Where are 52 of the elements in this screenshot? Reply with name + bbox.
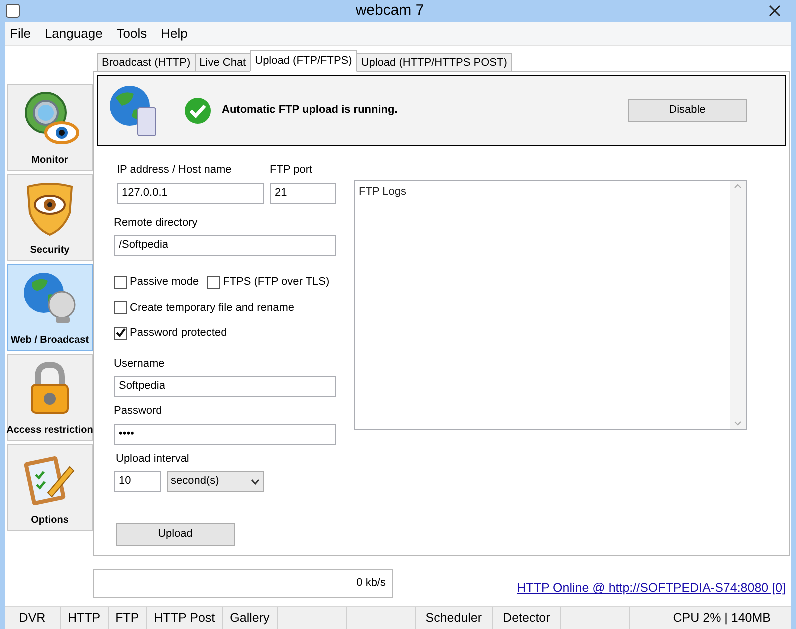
chevron-down-icon [251, 478, 260, 484]
checkbox[interactable] [114, 326, 127, 340]
status-item: HTTP [61, 607, 109, 629]
sidebar-button[interactable]: Security [7, 174, 93, 261]
checkmark-icon [116, 328, 126, 338]
status-item: Detector [493, 607, 562, 629]
sidebar-button[interactable]: Options [7, 444, 93, 531]
port-field[interactable]: 21 [270, 182, 336, 204]
status-item: HTTP Post [147, 607, 224, 629]
sidebar-button[interactable]: Monitor [7, 84, 93, 171]
bandwidth-display: 0 kb/s [93, 569, 393, 598]
status-message: Automatic FTP upload is running. [222, 103, 398, 118]
tab[interactable]: Upload (FTP/FTPS) [250, 50, 358, 72]
tab[interactable]: Upload (HTTP/HTTPS POST) [356, 53, 512, 72]
field-label: Username [114, 356, 166, 372]
menu-item[interactable]: Tools [116, 24, 148, 44]
app-icon [6, 4, 20, 18]
field-label: Password [114, 404, 164, 419]
server-link[interactable]: HTTP Online @ http://SOFTPEDIA-S74:8080 [0] [517, 579, 786, 598]
checkbox-label: Create temporary file and rename [130, 300, 294, 316]
window-title: webcam 7 [356, 2, 424, 19]
checkbox[interactable] [207, 276, 220, 289]
disable-button[interactable]: Disable [628, 99, 747, 122]
field-label: Upload interval [115, 452, 190, 466]
password-field[interactable]: •••• [114, 424, 336, 444]
sidebar-button[interactable]: Access restriction [7, 354, 93, 441]
status-item: Scheduler [416, 607, 494, 629]
sidebar-button[interactable]: Web / Broadcast [7, 264, 93, 351]
tab[interactable]: Live Chat [194, 53, 252, 72]
status-item: FTP [108, 607, 148, 629]
checkbox-label: FTPS (FTP over TLS) [223, 275, 330, 290]
menu-item[interactable]: Language [44, 24, 103, 44]
username-field[interactable]: Softpedia [114, 376, 336, 397]
remote-directory-field[interactable]: /Softpedia [114, 235, 336, 256]
menu-item[interactable]: Help [161, 24, 188, 44]
checkbox[interactable] [114, 301, 127, 314]
checkbox[interactable] [114, 276, 127, 289]
field-label: Remote directory [114, 216, 199, 230]
status-item: CPU 2% | 140MB [673, 610, 772, 627]
menu-item[interactable]: File [10, 24, 31, 44]
tab[interactable]: Broadcast (HTTP) [97, 53, 196, 72]
interval-field[interactable]: 10 [114, 471, 161, 492]
upload-button[interactable]: Upload [116, 523, 235, 546]
field-label: FTP port [270, 163, 314, 178]
field-label: IP address / Host name [116, 163, 233, 178]
checkbox-label: Passive mode [130, 275, 200, 290]
logs-area[interactable]: FTP Logs [354, 180, 747, 430]
host-field[interactable]: 127.0.0.1 [117, 182, 264, 204]
checkbox-label: Password protected [130, 326, 228, 341]
status-item: Gallery [223, 607, 278, 629]
unit-dropdown[interactable]: second(s) [167, 471, 264, 492]
status-item: DVR [5, 607, 61, 629]
